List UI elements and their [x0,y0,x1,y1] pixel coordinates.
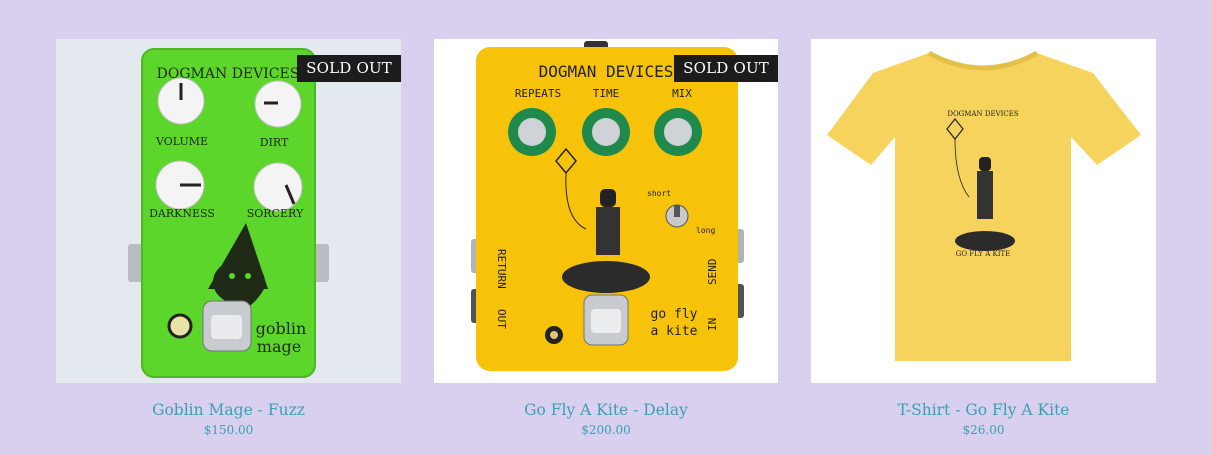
svg-text:DARKNESS: DARKNESS [149,207,215,220]
product-card: DOGMAN DEVICES VOLUME DIRT DARKNESS SORC… [56,39,401,437]
product-title-link[interactable]: Goblin Mage - Fuzz [56,401,401,419]
sold-out-badge: SOLD OUT [297,55,401,82]
svg-text:long: long [696,226,715,235]
product-image-link[interactable]: DOGMAN DEVICES VOLUME DIRT DARKNESS SORC… [56,39,401,383]
svg-text:goblin: goblin [256,319,307,338]
svg-text:TIME: TIME [593,87,620,100]
product-price: $200.00 [581,423,631,437]
goblin-mage-pedal-image: DOGMAN DEVICES VOLUME DIRT DARKNESS SORC… [56,39,401,383]
product-price: $26.00 [962,423,1005,437]
knob-icon [582,108,630,156]
knob-icon [508,108,556,156]
knob-icon [157,77,205,125]
svg-text:SORCERY: SORCERY [247,207,304,220]
svg-text:SEND: SEND [706,259,719,286]
sold-out-badge: SOLD OUT [674,55,778,82]
svg-text:VOLUME: VOLUME [155,135,208,148]
product-grid: DOGMAN DEVICES VOLUME DIRT DARKNESS SORC… [0,0,1212,455]
svg-text:RETURN: RETURN [495,249,508,289]
svg-text:MIX: MIX [672,87,692,100]
product-title-link[interactable]: Go Fly A Kite - Delay [434,401,778,419]
product-card: DOGMAN DEVICES GO FLY A KITE T-Shirt - G… [811,39,1156,437]
svg-text:REPEATS: REPEATS [515,87,561,100]
tshirt-image: DOGMAN DEVICES GO FLY A KITE [811,39,1156,383]
svg-text:short: short [647,189,671,198]
svg-text:IN: IN [706,318,719,331]
svg-text:go fly: go fly [651,307,698,322]
product-price: $150.00 [203,423,254,437]
svg-text:a kite: a kite [651,324,698,339]
svg-text:DOGMAN DEVICES: DOGMAN DEVICES [947,110,1019,118]
svg-text:mage: mage [257,337,301,356]
product-card: DOGMAN DEVICES REPEATS TIME MIX short lo… [434,39,778,437]
product-image-link[interactable]: DOGMAN DEVICES REPEATS TIME MIX short lo… [434,39,778,383]
product-title-link[interactable]: T-Shirt - Go Fly A Kite [811,401,1156,419]
svg-text:DIRT: DIRT [260,136,289,149]
product-image-link[interactable]: DOGMAN DEVICES GO FLY A KITE [811,39,1156,383]
knob-icon [654,108,702,156]
knob-icon [254,80,302,128]
svg-text:OUT: OUT [495,309,508,329]
svg-text:DOGMAN DEVICES: DOGMAN DEVICES [539,62,674,81]
svg-text:GO FLY A KITE: GO FLY A KITE [956,250,1011,258]
knob-icon [155,160,205,210]
knob-icon [253,162,303,212]
go-fly-a-kite-pedal-image: DOGMAN DEVICES REPEATS TIME MIX short lo… [434,39,778,383]
